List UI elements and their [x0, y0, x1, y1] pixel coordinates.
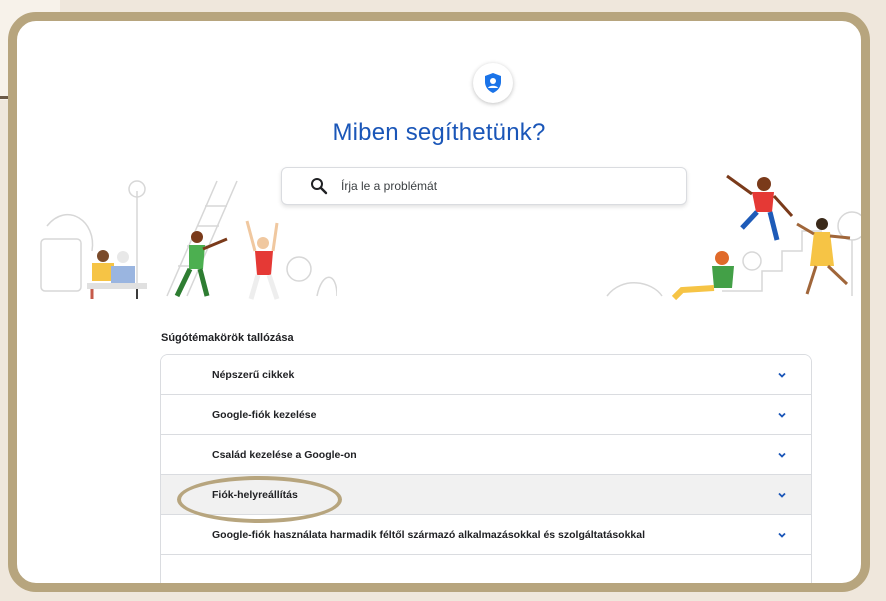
chevron-down-icon	[778, 372, 786, 378]
topic-account-recovery[interactable]: Fiók-helyreállítás	[161, 475, 811, 515]
topic-label: Google-fiók kezelése	[212, 408, 317, 421]
topic-label: Család kezelése a Google-on	[212, 448, 357, 461]
chevron-down-icon	[778, 412, 786, 418]
topic-label: Fiók-helyreállítás	[212, 488, 298, 501]
chevron-down-icon	[778, 492, 786, 498]
topics-list: Népszerű cikkek Google-fiók kezelése Csa…	[160, 354, 812, 583]
tablet-frame: Miben segíthetünk? Írja le a problémát S…	[8, 12, 870, 592]
topic-popular-articles[interactable]: Népszerű cikkek	[161, 355, 811, 395]
shield-person-icon	[485, 73, 501, 93]
chevron-down-icon	[778, 532, 786, 538]
section-heading: Súgótémakörök tallózása	[161, 332, 294, 344]
topic-label: Google-fiók használata harmadik féltől s…	[212, 528, 646, 541]
right-illustration	[606, 174, 861, 301]
left-illustration	[40, 180, 337, 300]
topic-partial-row[interactable]	[161, 555, 811, 583]
topic-label: Népszerű cikkek	[212, 368, 295, 381]
topic-manage-account[interactable]: Google-fiók kezelése	[161, 395, 811, 435]
topic-family[interactable]: Család kezelése a Google-on	[161, 435, 811, 475]
shield-badge	[473, 63, 513, 103]
page-title: Miben segíthetünk?	[332, 119, 546, 146]
chevron-down-icon	[778, 452, 786, 458]
topic-third-party-apps[interactable]: Google-fiók használata harmadik féltől s…	[161, 515, 811, 555]
